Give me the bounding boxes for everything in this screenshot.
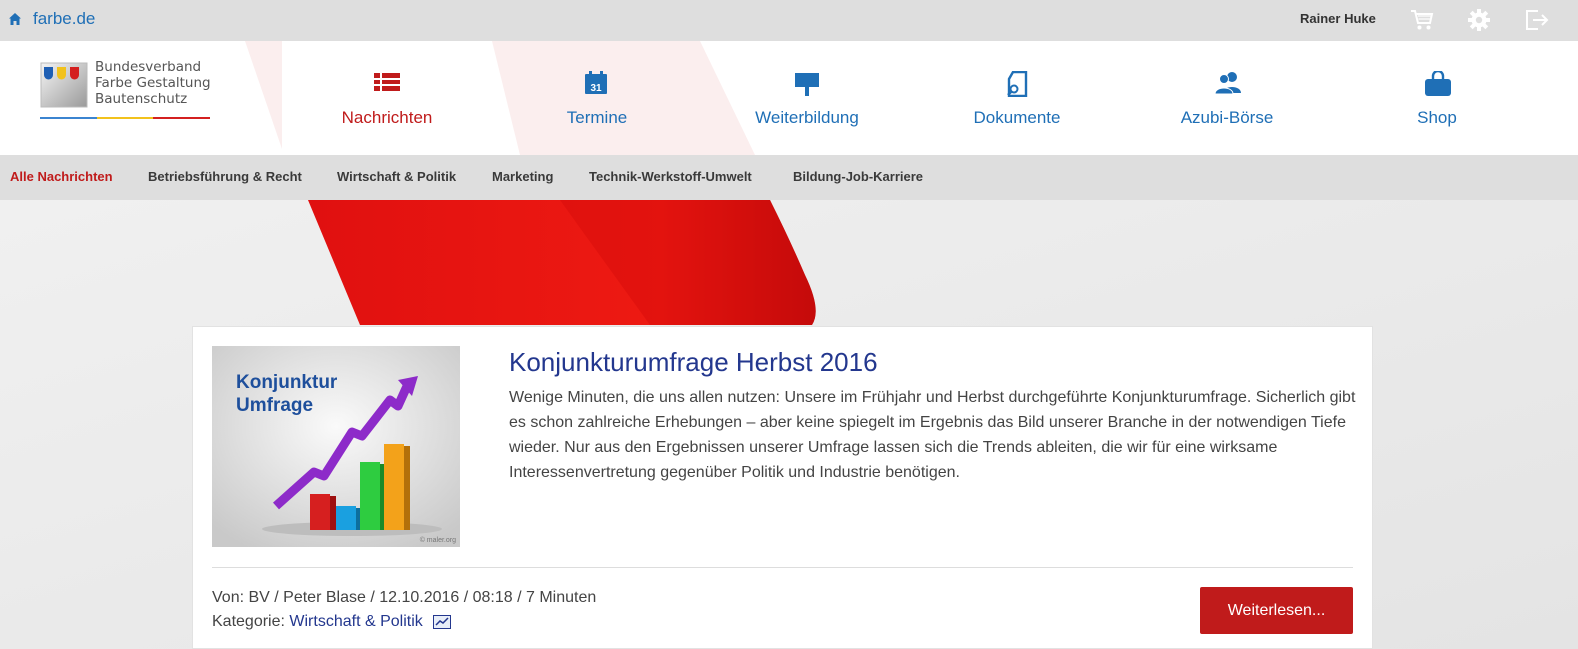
- article-category: Kategorie: Wirtschaft & Politik: [212, 613, 452, 631]
- nav-shop[interactable]: Shop: [1332, 41, 1542, 149]
- nav-azubi-boerse[interactable]: Azubi-Börse: [1122, 41, 1332, 149]
- news-list-icon: [374, 73, 400, 91]
- users-icon: [1214, 72, 1241, 95]
- nav-label: Weiterbildung: [755, 108, 859, 127]
- top-bar: farbe.de Rainer Huke: [0, 0, 1578, 41]
- thumbnail-subtitle: Umfrage: [236, 395, 314, 416]
- category-subnav: Alle Nachrichten Betriebsführung & Recht…: [0, 155, 1578, 200]
- shopping-bag-icon: [1425, 71, 1451, 96]
- nav-nachrichten[interactable]: Nachrichten: [282, 41, 492, 149]
- article-thumbnail[interactable]: Konjunktur Umfrage © maler.org: [212, 346, 460, 547]
- user-name[interactable]: Rainer Huke: [1300, 11, 1376, 26]
- nav-weiterbildung[interactable]: Weiterbildung: [702, 41, 912, 149]
- calendar-icon: 31: [585, 71, 607, 94]
- logo-text: Bundesverband Farbe Gestaltung Bautensch…: [95, 59, 211, 107]
- subnav-wirtschaft-politik[interactable]: Wirtschaft & Politik: [337, 169, 456, 184]
- thumbnail-copyright: © maler.org: [419, 537, 456, 544]
- nav-label: Termine: [566, 108, 628, 127]
- subnav-technik-werkstoff-umwelt[interactable]: Technik-Werkstoff-Umwelt: [589, 169, 752, 184]
- subnav-betriebsfuehrung-recht[interactable]: Betriebsführung & Recht: [148, 169, 302, 184]
- nav-termine[interactable]: 31 Termine: [492, 41, 702, 149]
- association-logo[interactable]: Bundesverband Farbe Gestaltung Bautensch…: [40, 59, 215, 123]
- category-link[interactable]: Wirtschaft & Politik: [289, 613, 422, 630]
- logout-icon[interactable]: [1524, 8, 1550, 32]
- gear-icon[interactable]: [1466, 8, 1492, 32]
- article-title[interactable]: Konjunkturumfrage Herbst 2016: [509, 347, 878, 378]
- divider: [212, 567, 1353, 568]
- cart-icon[interactable]: [1409, 8, 1435, 32]
- home-icon[interactable]: [8, 12, 22, 26]
- nav-label: Azubi-Börse: [1180, 108, 1274, 127]
- subnav-bildung-job-karriere[interactable]: Bildung-Job-Karriere: [793, 169, 923, 184]
- presentation-board-icon: [795, 73, 819, 96]
- article-meta: Von: BV / Peter Blase / 12.10.2016 / 08:…: [212, 589, 597, 606]
- logo-mark-icon: [40, 62, 88, 108]
- thumbnail-title: Konjunktur: [236, 372, 338, 393]
- read-more-button[interactable]: Weiterlesen...: [1200, 587, 1353, 634]
- article-teaser: Wenige Minuten, die uns allen nutzen: Un…: [509, 389, 1356, 481]
- logo-stripe-red: [153, 117, 210, 119]
- nav-label: Nachrichten: [341, 108, 433, 127]
- nav-label: Shop: [1417, 108, 1457, 127]
- nav-label: Dokumente: [973, 108, 1061, 127]
- site-link[interactable]: farbe.de: [33, 9, 95, 29]
- logo-stripe-blue: [40, 117, 97, 119]
- logo-stripe-yellow: [97, 117, 153, 119]
- subnav-alle-nachrichten[interactable]: Alle Nachrichten: [10, 169, 113, 184]
- document-search-icon: [1007, 71, 1028, 97]
- trend-chart-icon[interactable]: [433, 614, 452, 629]
- main-header: Bundesverband Farbe Gestaltung Bautensch…: [0, 41, 1578, 155]
- article-card: Konjunktur Umfrage © maler.org Konjunktu…: [192, 326, 1373, 649]
- category-label: Kategorie:: [212, 613, 290, 630]
- svg-text:31: 31: [590, 83, 602, 94]
- nav-dokumente[interactable]: Dokumente: [912, 41, 1122, 149]
- subnav-marketing[interactable]: Marketing: [492, 169, 553, 184]
